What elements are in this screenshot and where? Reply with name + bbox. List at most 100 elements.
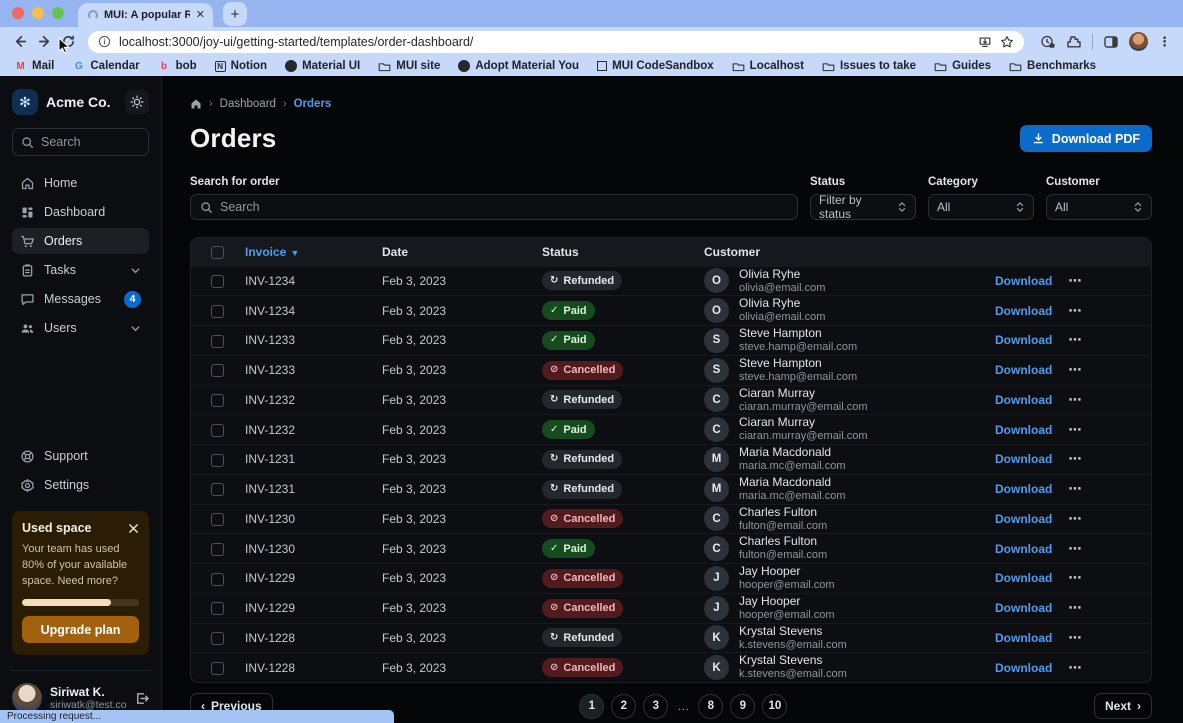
download-link[interactable]: Download [995,661,1052,675]
more-actions-icon[interactable]: ⋯ [1068,332,1082,348]
download-link[interactable]: Download [995,512,1052,526]
bookmark-material-ui[interactable]: Material UI [285,60,360,72]
bookmark-bob[interactable]: bbob [158,60,197,73]
row-checkbox[interactable] [211,335,224,348]
more-actions-icon[interactable]: ⋯ [1068,273,1082,289]
bookmark-notion[interactable]: NNotion [215,60,267,72]
row-checkbox[interactable] [211,573,224,586]
download-link[interactable]: Download [995,393,1052,407]
order-search-field[interactable] [190,194,798,220]
extensions-icon[interactable] [1066,34,1082,50]
bookmark-star-icon[interactable] [1000,35,1014,49]
more-actions-icon[interactable]: ⋯ [1068,422,1082,438]
row-checkbox[interactable] [211,602,224,615]
select-all-checkbox[interactable] [211,246,224,259]
logout-icon[interactable] [134,691,149,706]
page-8-button[interactable]: 8 [698,694,723,719]
download-link[interactable]: Download [995,304,1052,318]
download-link[interactable]: Download [995,601,1052,615]
customer-filter-select[interactable]: All [1046,194,1152,220]
site-info-icon[interactable] [98,35,111,48]
page-2-button[interactable]: 2 [611,694,636,719]
upgrade-plan-button[interactable]: Upgrade plan [22,616,139,643]
row-checkbox[interactable] [211,454,224,467]
install-app-icon[interactable] [978,35,992,49]
more-actions-icon[interactable]: ⋯ [1068,392,1082,408]
bookmark-issues-to-take[interactable]: Issues to take [822,60,916,73]
download-link[interactable]: Download [995,274,1052,288]
close-window-button[interactable] [12,7,24,19]
sidebar-item-tasks[interactable]: Tasks [12,257,149,283]
page-1-button[interactable]: 1 [579,694,604,719]
search-input[interactable] [41,135,140,149]
row-checkbox[interactable] [211,275,224,288]
more-actions-icon[interactable]: ⋯ [1068,303,1082,319]
bookmark-mail[interactable]: MMail [14,60,54,73]
bookmark-localhost[interactable]: Localhost [732,60,804,73]
row-checkbox[interactable] [211,483,224,496]
row-checkbox[interactable] [211,305,224,318]
browser-tab[interactable]: MUI: A popular React UI fram ✕ [78,3,213,27]
more-actions-icon[interactable]: ⋯ [1068,541,1082,557]
order-search-input[interactable] [220,200,788,214]
home-icon[interactable] [190,98,202,110]
sidebar-item-users[interactable]: Users [12,315,149,341]
more-actions-icon[interactable]: ⋯ [1068,481,1082,497]
page-9-button[interactable]: 9 [730,694,755,719]
sidebar-search[interactable] [12,128,149,156]
download-link[interactable]: Download [995,571,1052,585]
download-link[interactable]: Download [995,482,1052,496]
download-link[interactable]: Download [995,333,1052,347]
download-link[interactable]: Download [995,631,1052,645]
more-actions-icon[interactable]: ⋯ [1068,570,1082,586]
privacy-icon[interactable] [1040,34,1056,50]
close-icon[interactable] [128,523,139,534]
sidebar-item-dashboard[interactable]: Dashboard [12,199,149,225]
back-button[interactable] [8,30,32,54]
row-checkbox[interactable] [211,662,224,675]
theme-toggle-button[interactable] [125,90,149,114]
row-checkbox[interactable] [211,632,224,645]
download-link[interactable]: Download [995,423,1052,437]
more-actions-icon[interactable]: ⋯ [1068,660,1082,676]
acme-logo-icon[interactable]: ✻ [12,89,38,115]
more-actions-icon[interactable]: ⋯ [1068,600,1082,616]
minimize-window-button[interactable] [32,7,44,19]
bookmark-calendar[interactable]: GCalendar [72,60,139,73]
sidebar-item-home[interactable]: Home [12,170,149,196]
download-link[interactable]: Download [995,363,1052,377]
row-checkbox[interactable] [211,513,224,526]
bookmark-adopt-material-you[interactable]: Adopt Material You [458,60,579,72]
more-actions-icon[interactable]: ⋯ [1068,362,1082,378]
sidebar-item-orders[interactable]: Orders [12,228,149,254]
download-link[interactable]: Download [995,542,1052,556]
page-3-button[interactable]: 3 [643,694,668,719]
tab-close-icon[interactable]: ✕ [196,10,205,21]
menu-kebab-icon[interactable]: ⋮ [1158,34,1171,50]
bookmark-guides[interactable]: Guides [934,60,991,73]
row-checkbox[interactable] [211,543,224,556]
new-tab-button[interactable]: + [223,2,247,26]
address-bar[interactable]: localhost:3000/joy-ui/getting-started/te… [88,31,1024,53]
more-actions-icon[interactable]: ⋯ [1068,511,1082,527]
profile-avatar[interactable] [1129,32,1148,51]
sidebar-item-settings[interactable]: Settings [12,472,149,498]
column-header-invoice[interactable]: Invoice▼ [239,238,376,266]
download-link[interactable]: Download [995,452,1052,466]
zoom-window-button[interactable] [52,7,64,19]
bookmark-mui-site[interactable]: MUI site [378,60,440,73]
row-checkbox[interactable] [211,364,224,377]
status-filter-select[interactable]: Filter by status [810,194,916,220]
forward-button[interactable] [32,30,56,54]
page-10-button[interactable]: 10 [762,694,787,719]
row-checkbox[interactable] [211,424,224,437]
more-actions-icon[interactable]: ⋯ [1068,630,1082,646]
bookmark-benchmarks[interactable]: Benchmarks [1009,60,1096,73]
download-pdf-button[interactable]: Download PDF [1020,125,1152,152]
row-checkbox[interactable] [211,394,224,407]
more-actions-icon[interactable]: ⋯ [1068,451,1082,467]
bookmark-mui-codesandbox[interactable]: MUI CodeSandbox [597,60,714,72]
side-panel-icon[interactable] [1103,34,1119,50]
sidebar-item-messages[interactable]: Messages4 [12,286,149,312]
next-page-button[interactable]: Next › [1094,693,1152,719]
